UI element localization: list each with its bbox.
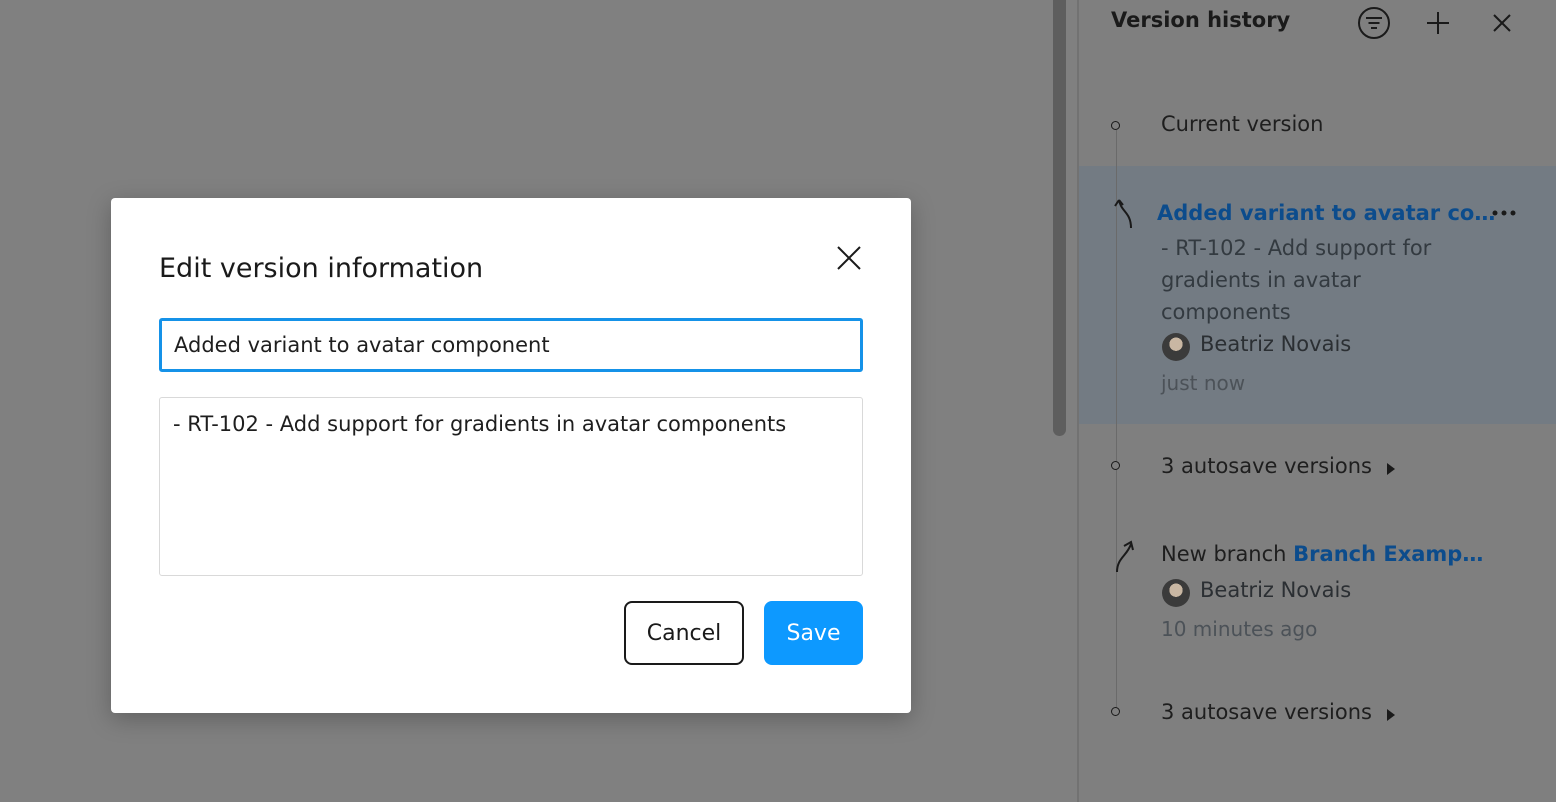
caret-right-icon[interactable] — [1387, 463, 1395, 475]
branch-time: 10 minutes ago — [1161, 617, 1318, 641]
close-icon[interactable] — [833, 242, 865, 274]
more-options-icon[interactable] — [1491, 203, 1517, 227]
selected-version-time: just now — [1161, 371, 1246, 395]
timeline-dot — [1111, 461, 1120, 470]
canvas-scrollbar[interactable] — [1053, 0, 1066, 436]
filter-icon[interactable] — [1357, 6, 1391, 40]
branch-icon — [1116, 540, 1134, 573]
plus-icon[interactable] — [1421, 6, 1455, 40]
branch-prefix: New branch — [1161, 542, 1287, 566]
panel-title: Version history — [1111, 8, 1291, 32]
current-version-label[interactable]: Current version — [1161, 112, 1323, 136]
selected-version-title[interactable]: Added variant to avatar co… — [1157, 201, 1495, 225]
autosave-versions-toggle[interactable]: 3 autosave versions — [1161, 700, 1372, 724]
selected-version-author: Beatriz Novais — [1200, 332, 1352, 356]
timeline-dot — [1111, 707, 1120, 716]
save-button[interactable]: Save — [764, 601, 863, 665]
branch-author: Beatriz Novais — [1200, 578, 1352, 602]
close-icon[interactable] — [1485, 6, 1519, 40]
timeline-dot — [1111, 121, 1120, 130]
version-name-input[interactable] — [159, 318, 863, 372]
avatar — [1162, 579, 1190, 607]
version-history-panel: Version history Current version Added va… — [1077, 0, 1556, 802]
selected-version-description: - RT-102 - Add support for gradients in … — [1161, 236, 1432, 324]
branch-row[interactable]: New branch Branch Examp… — [1161, 542, 1483, 566]
app-window: Version history Current version Added va… — [0, 0, 1556, 802]
version-description-input[interactable]: - RT-102 - Add support for gradients in … — [159, 397, 863, 576]
cancel-button[interactable]: Cancel — [624, 601, 744, 665]
avatar — [1162, 333, 1190, 361]
edit-version-dialog: Edit version information - RT-102 - Add … — [111, 198, 911, 713]
merge-icon — [1114, 199, 1132, 229]
autosave-versions-toggle[interactable]: 3 autosave versions — [1161, 454, 1372, 478]
caret-right-icon[interactable] — [1387, 709, 1395, 721]
dialog-title: Edit version information — [159, 253, 484, 284]
branch-link[interactable]: Branch Examp… — [1293, 542, 1483, 566]
